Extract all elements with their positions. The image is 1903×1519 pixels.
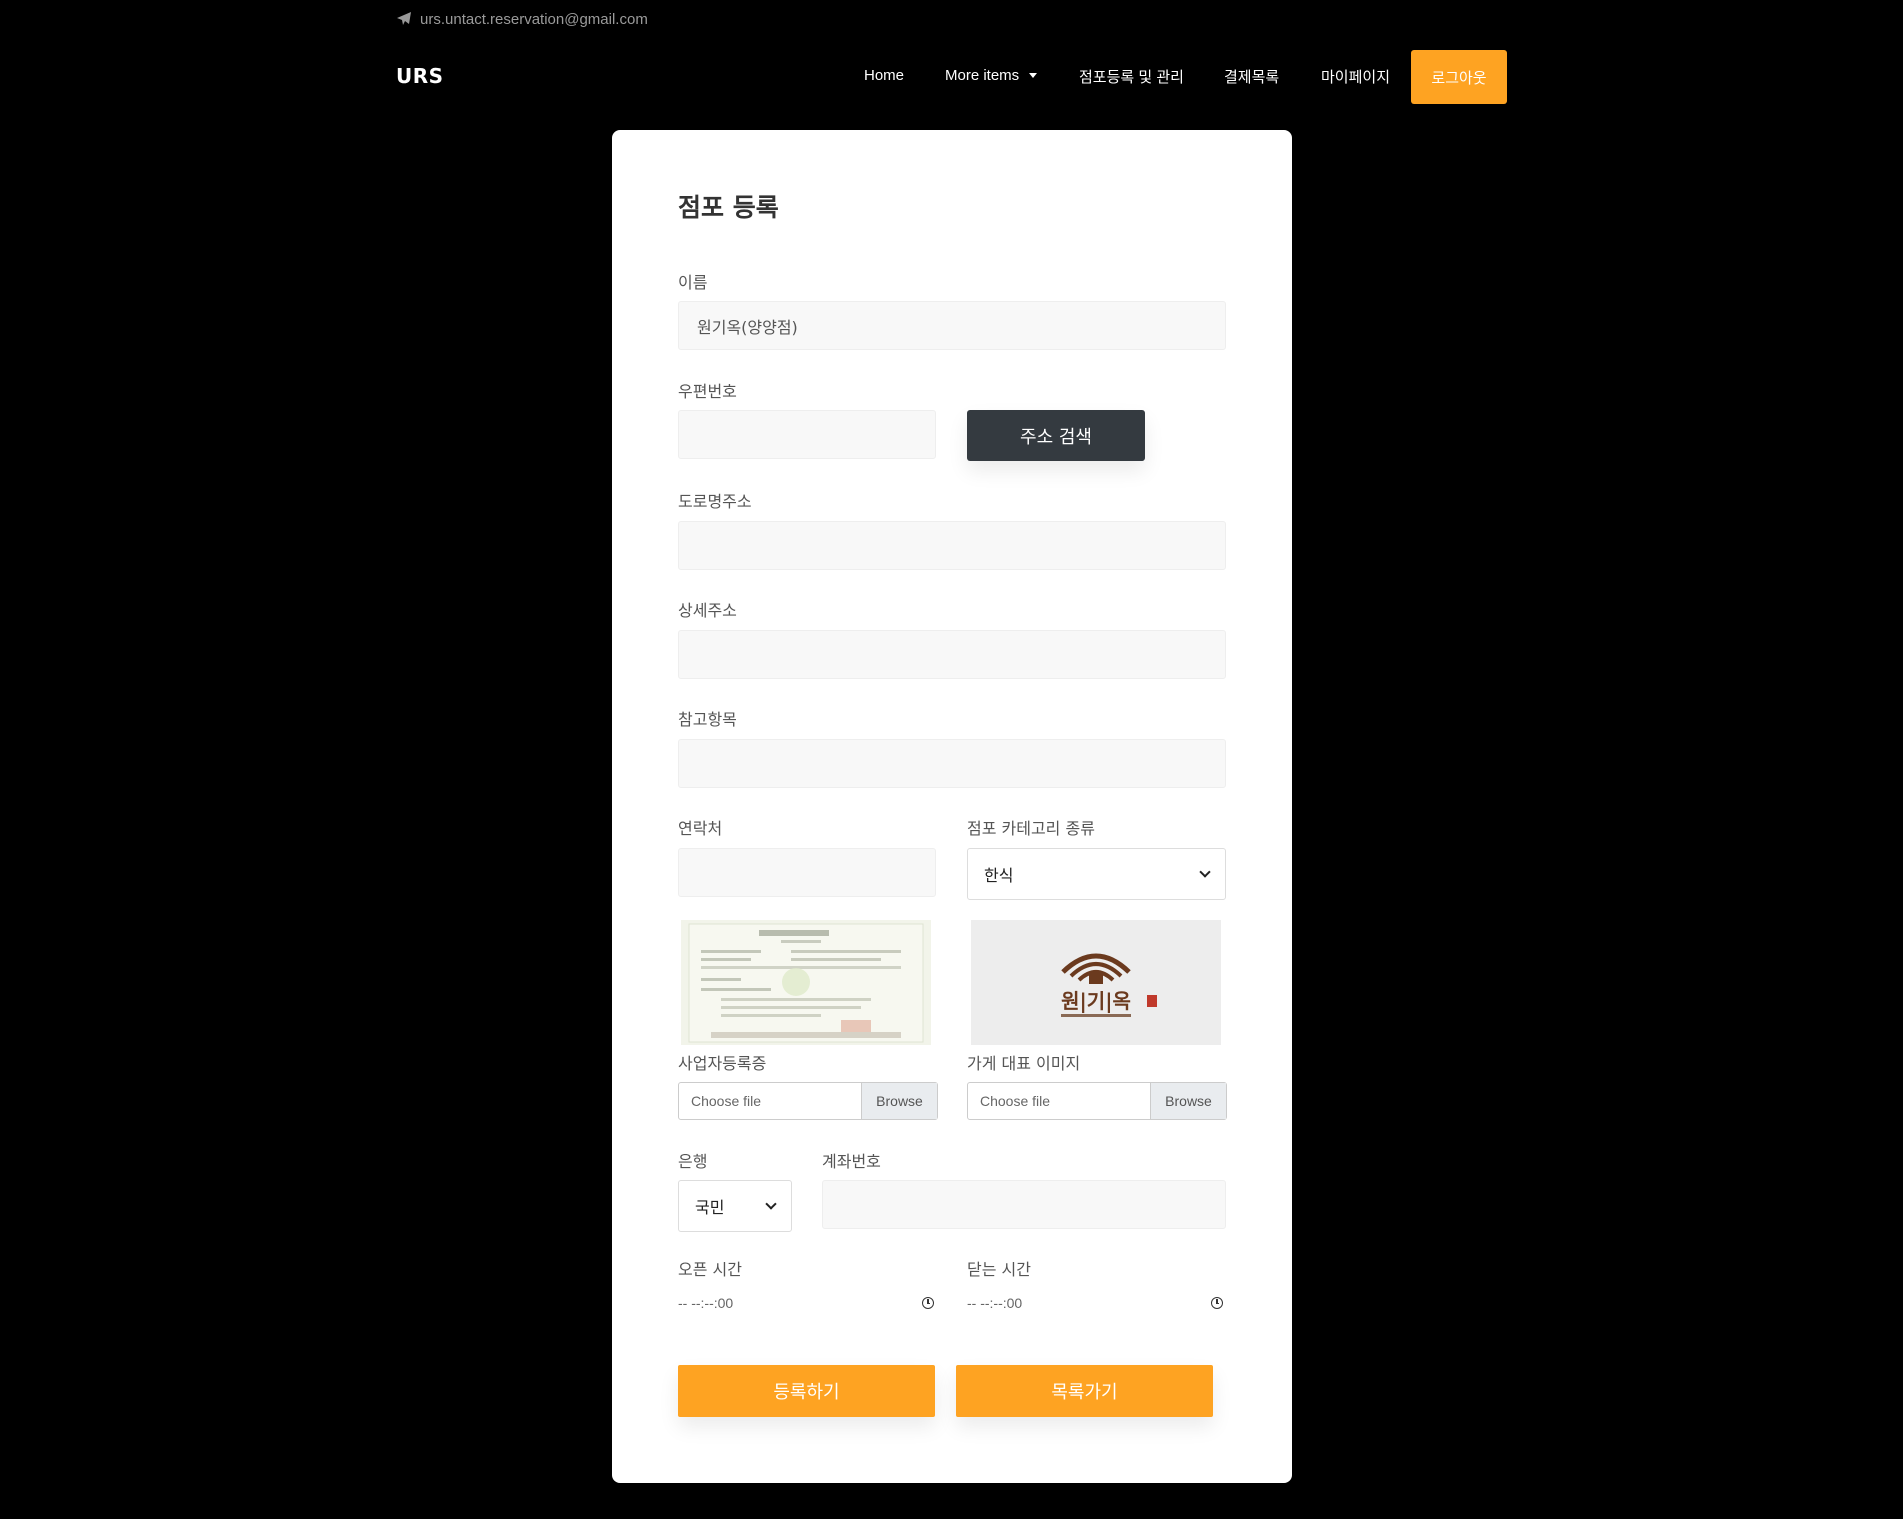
store-image-preview: 원|기|옥	[971, 920, 1221, 1045]
clock-icon[interactable]	[922, 1297, 934, 1309]
detail-address-input[interactable]	[678, 630, 1226, 679]
chevron-down-icon	[765, 1198, 777, 1210]
chevron-down-icon	[1199, 866, 1211, 878]
road-address-input[interactable]	[678, 521, 1226, 570]
close-time-input[interactable]: -- --:--:00	[967, 1293, 1223, 1313]
address-search-button[interactable]: 주소 검색	[967, 410, 1145, 461]
business-license-label: 사업자등록증	[678, 1054, 767, 1073]
business-license-file-input[interactable]: Choose file Browse	[678, 1082, 938, 1120]
nav-more-items-label: More items	[945, 67, 1020, 84]
bank-selected: 국민	[695, 1198, 725, 1217]
bank-label: 은행	[678, 1152, 708, 1171]
business-license-preview	[681, 920, 931, 1045]
category-select[interactable]: 한식	[967, 848, 1226, 900]
nav-store-management[interactable]: 점포등록 및 관리	[1079, 66, 1184, 87]
paper-plane-icon	[397, 12, 411, 25]
document-image	[681, 920, 931, 1045]
submit-button[interactable]: 등록하기	[678, 1365, 935, 1417]
open-time-value: -- --:--:00	[678, 1295, 734, 1311]
store-image-browse-button[interactable]: Browse	[1150, 1083, 1226, 1119]
contact-label: 연락처	[678, 819, 723, 838]
contact-email[interactable]: urs.untact.reservation@gmail.com	[420, 11, 648, 28]
reference-input[interactable]	[678, 739, 1226, 788]
detail-address-label: 상세주소	[678, 601, 737, 620]
store-image-choose-text: Choose file	[980, 1093, 1051, 1109]
zipcode-label: 우편번호	[678, 382, 737, 401]
road-address-label: 도로명주소	[678, 492, 752, 511]
name-input-value: 원기옥(양양점)	[697, 317, 798, 337]
clock-icon[interactable]	[1211, 1297, 1223, 1309]
topbar: urs.untact.reservation@gmail.com	[396, 8, 648, 30]
store-image-file-input[interactable]: Choose file Browse	[967, 1082, 1227, 1120]
bank-select[interactable]: 국민	[678, 1180, 792, 1232]
name-label: 이름	[678, 273, 708, 292]
nav-mypage[interactable]: 마이페이지	[1321, 66, 1390, 87]
caret-down-icon	[1029, 73, 1038, 78]
account-label: 계좌번호	[822, 1152, 881, 1171]
store-image-label: 가게 대표 이미지	[967, 1054, 1081, 1073]
category-selected: 한식	[984, 866, 1014, 885]
page-title: 점포 등록	[678, 193, 779, 222]
open-time-input[interactable]: -- --:--:00	[678, 1293, 934, 1313]
open-time-label: 오픈 시간	[678, 1260, 742, 1279]
store-logo-image: 원|기|옥	[971, 920, 1221, 1045]
account-input[interactable]	[822, 1180, 1226, 1229]
business-license-browse-button[interactable]: Browse	[861, 1083, 937, 1119]
reference-label: 참고항목	[678, 710, 737, 729]
close-time-value: -- --:--:00	[967, 1295, 1023, 1311]
contact-input[interactable]	[678, 848, 936, 897]
logout-button[interactable]: 로그아웃	[1411, 50, 1507, 104]
logo-text: 원|기|옥	[1061, 989, 1131, 1013]
business-license-choose-text: Choose file	[691, 1093, 762, 1109]
to-list-button[interactable]: 목록가기	[956, 1365, 1213, 1417]
close-time-label: 닫는 시간	[967, 1260, 1031, 1279]
nav-payment-list[interactable]: 결제목록	[1224, 66, 1279, 87]
name-input[interactable]: 원기옥(양양점)	[678, 301, 1226, 350]
zipcode-input[interactable]	[678, 410, 936, 459]
brand-logo[interactable]: URS	[396, 64, 444, 88]
nav-more-items[interactable]: More items	[945, 67, 1038, 84]
nav-home[interactable]: Home	[864, 67, 904, 84]
category-label: 점포 카테고리 종류	[967, 819, 1095, 838]
